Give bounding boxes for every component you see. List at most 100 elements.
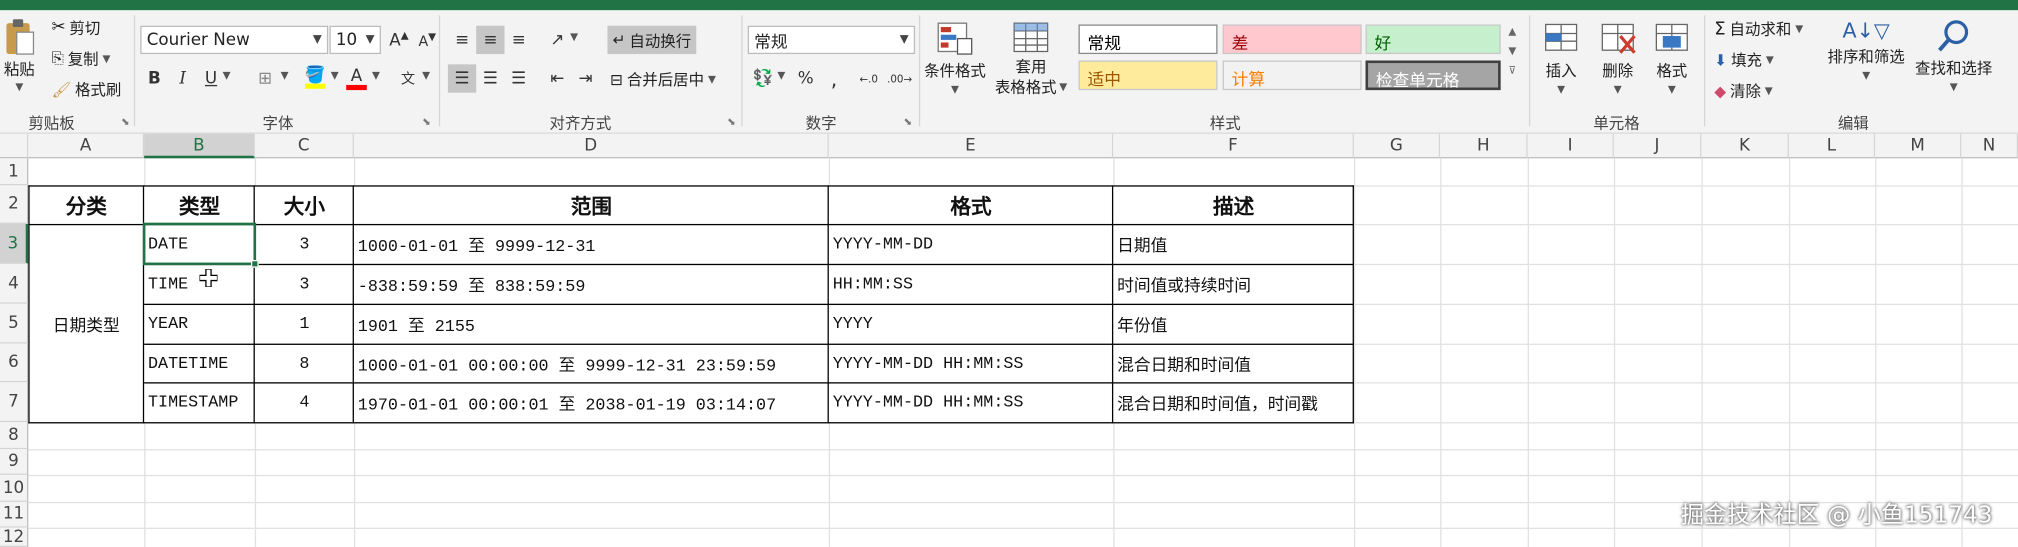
column-header-j[interactable]: J: [1613, 133, 1702, 159]
cell-style-2[interactable]: 差: [1222, 24, 1362, 55]
size-cell[interactable]: 4: [255, 382, 354, 422]
row-header-8[interactable]: 8: [0, 422, 29, 450]
font-color-button[interactable]: A: [342, 64, 370, 92]
decrease-decimal-button[interactable]: .00→: [885, 64, 913, 92]
category-cell[interactable]: 日期类型: [28, 224, 144, 422]
range-cell[interactable]: 1970-01-01 00:00:01 至 2038-01-19 03:14:0…: [358, 382, 828, 422]
type-cell[interactable]: YEAR: [148, 304, 254, 344]
format-as-table-button[interactable]: 套用 表格格式 ▼: [995, 21, 1067, 98]
comma-style-button[interactable]: ,: [820, 64, 848, 92]
row-header-1[interactable]: 1: [0, 158, 29, 186]
format-painter-button[interactable]: 🖌 格式刷: [51, 79, 121, 101]
cell-style-5[interactable]: 计算: [1222, 60, 1362, 91]
phonetic-button[interactable]: 文: [394, 64, 422, 92]
paste-dropdown-icon[interactable]: ▼: [15, 81, 23, 93]
merge-center-button[interactable]: ⊟ 合并后居中 ▼: [610, 68, 716, 90]
column-header-n[interactable]: N: [1961, 133, 2018, 159]
column-header-m[interactable]: M: [1875, 133, 1962, 159]
underline-dropdown[interactable]: ▼: [223, 69, 231, 81]
bold-button[interactable]: B: [140, 64, 168, 92]
format-cells-button[interactable]: 格式 ▼: [1653, 21, 1692, 95]
increase-indent-button[interactable]: ⇥: [571, 64, 599, 92]
align-middle-button[interactable]: ≡: [476, 25, 505, 55]
column-header-h[interactable]: H: [1440, 133, 1528, 159]
size-cell[interactable]: 1: [255, 304, 354, 344]
gallery-down-icon[interactable]: ▼: [1508, 45, 1516, 57]
range-cell[interactable]: 1000-01-01 至 9999-12-31: [358, 224, 828, 264]
phonetic-dropdown[interactable]: ▼: [422, 69, 430, 81]
header-cell-6[interactable]: 描述: [1113, 185, 1354, 224]
accounting-format-button[interactable]: 💱: [749, 64, 777, 92]
increase-decimal-button[interactable]: ←.0: [855, 64, 883, 92]
header-cell-3[interactable]: 大小: [255, 185, 354, 224]
desc-cell[interactable]: 时间值或持续时间: [1117, 264, 1353, 304]
column-header-l[interactable]: L: [1788, 133, 1876, 159]
align-top-button[interactable]: ≡: [448, 26, 476, 54]
orientation-dropdown[interactable]: ▼: [570, 31, 578, 43]
size-cell[interactable]: 3: [255, 224, 354, 264]
row-header-5[interactable]: 5: [0, 303, 29, 344]
column-header-d[interactable]: D: [353, 133, 829, 159]
decrease-font-size-button[interactable]: A▼: [413, 26, 441, 54]
row-header-9[interactable]: 9: [0, 449, 29, 475]
range-cell[interactable]: 1901 至 2155: [358, 304, 828, 344]
size-cell[interactable]: 3: [255, 264, 354, 304]
align-bottom-button[interactable]: ≡: [505, 26, 533, 54]
cell-style-3[interactable]: 好: [1365, 24, 1501, 55]
column-header-b[interactable]: B: [144, 133, 255, 159]
decrease-indent-button[interactable]: ⇤: [543, 64, 571, 92]
header-cell-2[interactable]: 类型: [144, 185, 255, 224]
align-left-button[interactable]: ☰: [447, 64, 477, 93]
borders-button[interactable]: ⊞: [251, 64, 279, 92]
select-all-corner[interactable]: [0, 133, 29, 159]
orientation-button[interactable]: ↗: [543, 26, 571, 54]
cell-style-6[interactable]: 检查单元格: [1365, 60, 1501, 91]
wrap-text-button[interactable]: ↵ 自动换行: [607, 25, 697, 55]
row-header-6[interactable]: 6: [0, 343, 29, 383]
format-cell[interactable]: YYYY-MM-DD: [833, 224, 1112, 264]
number-format-combo[interactable]: 常规 ▼: [747, 25, 916, 55]
gallery-scroll[interactable]: ▲ ▼ ⊽: [1508, 26, 1516, 76]
row-header-10[interactable]: 10: [0, 474, 29, 502]
desc-cell[interactable]: 混合日期和时间值: [1117, 344, 1353, 383]
row-header-4[interactable]: 4: [0, 263, 29, 304]
delete-cells-button[interactable]: 删除 ▼: [1598, 21, 1637, 95]
sort-filter-button[interactable]: A↓▽ 排序和筛选 ▼: [1828, 18, 1905, 81]
gallery-up-icon[interactable]: ▲: [1508, 26, 1516, 38]
worksheet-grid[interactable]: A B C D E F G H I J K L M N 1 2 3 4 5 6 7 8 9 10 11 12 分类 类型 大小 范围 格式描…: [0, 133, 2018, 547]
column-header-i[interactable]: I: [1527, 133, 1614, 159]
fill-handle[interactable]: [250, 259, 259, 268]
header-cell-4[interactable]: 范围: [354, 185, 829, 224]
row-header-2[interactable]: 2: [0, 185, 29, 224]
header-cell-5[interactable]: 格式: [829, 185, 1113, 224]
underline-button[interactable]: U: [197, 64, 225, 92]
column-header-e[interactable]: E: [828, 133, 1114, 159]
font-name-combo[interactable]: Courier New ▼: [140, 25, 329, 55]
row-header-11[interactable]: 11: [0, 501, 29, 528]
cell-style-4[interactable]: 适中: [1078, 60, 1218, 91]
fill-button[interactable]: ⬇ 填充 ▼: [1714, 49, 1774, 71]
format-cell[interactable]: YYYY: [833, 304, 1112, 344]
format-cell[interactable]: YYYY-MM-DD HH:MM:SS: [833, 382, 1112, 422]
range-cell[interactable]: 1000-01-01 00:00:00 至 9999-12-31 23:59:5…: [358, 344, 828, 383]
font-launcher-icon[interactable]: ⬊: [422, 116, 434, 128]
copy-dropdown-icon[interactable]: ▼: [102, 53, 110, 65]
fill-color-button[interactable]: 🪣: [301, 64, 329, 92]
cell-style-1[interactable]: 常规: [1078, 24, 1218, 55]
column-header-c[interactable]: C: [254, 133, 354, 159]
accounting-dropdown[interactable]: ▼: [777, 69, 785, 81]
size-cell[interactable]: 8: [255, 344, 354, 383]
range-cell[interactable]: -838:59:59 至 838:59:59: [358, 264, 828, 304]
desc-cell[interactable]: 日期值: [1117, 224, 1353, 264]
conditional-format-button[interactable]: 条件格式 ▼: [924, 21, 986, 95]
clipboard-launcher-icon[interactable]: ⬊: [121, 116, 133, 128]
number-launcher-icon[interactable]: ⬊: [903, 116, 915, 128]
percent-button[interactable]: %: [792, 64, 820, 92]
gallery-more-icon[interactable]: ⊽: [1509, 64, 1517, 76]
type-cell[interactable]: TIMESTAMP: [148, 382, 254, 422]
row-header-12[interactable]: 12: [0, 527, 29, 547]
row-header-7[interactable]: 7: [0, 382, 29, 423]
font-color-dropdown[interactable]: ▼: [372, 69, 380, 81]
alignment-launcher-icon[interactable]: ⬊: [727, 116, 739, 128]
column-header-a[interactable]: A: [28, 133, 145, 159]
